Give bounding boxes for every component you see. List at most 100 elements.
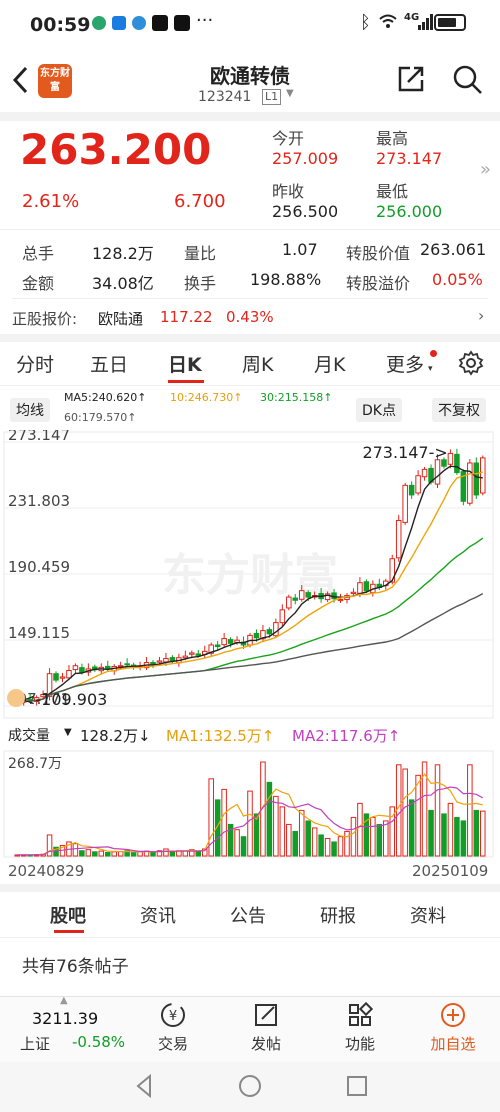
stock-quote-row[interactable]: 正股报价: 欧陆通 117.22 0.43% › <box>0 302 500 334</box>
candle-body <box>298 590 305 600</box>
trade-yen-icon: ¥ <box>161 1003 185 1027</box>
ma-button[interactable]: 均线 <box>10 398 50 422</box>
candle-body <box>253 632 260 639</box>
y-tick-label: 273.147 <box>8 430 70 444</box>
change-amount: 6.700 <box>174 191 226 212</box>
nav-recents-icon[interactable] <box>346 1075 368 1101</box>
conversion-value: 263.061 <box>420 240 487 259</box>
candle-body <box>415 475 421 494</box>
candlestick-chart[interactable]: 273.147231.803190.459149.115107.771东方财富2… <box>0 430 500 720</box>
candle-body <box>350 591 357 595</box>
volume-max-label: 268.7万 <box>8 756 62 772</box>
volume-bar <box>169 851 176 857</box>
divider <box>0 229 500 230</box>
volume-bar <box>434 764 441 857</box>
turnover-value: 198.88% <box>250 270 322 289</box>
tab-more[interactable]: 更多 <box>386 350 424 377</box>
y-tick-label: 149.115 <box>8 624 70 642</box>
tab-profile[interactable]: 资料 <box>410 902 446 928</box>
candle-body <box>182 655 189 659</box>
volume-bar <box>279 806 286 857</box>
tab-intraday[interactable]: 分时 <box>16 350 54 377</box>
volume-indicator-select[interactable]: 成交量 <box>8 725 50 745</box>
volume-bar <box>402 768 408 857</box>
volume-bar <box>98 850 105 857</box>
security-code: 123241 <box>198 89 252 105</box>
volume-bar <box>467 764 473 857</box>
volume-value: 128.2万 <box>92 244 154 263</box>
candle-body <box>221 638 227 646</box>
adjust-button[interactable]: 不复权 <box>432 398 486 422</box>
tiktok-notify-icon-2 <box>174 15 190 31</box>
tab-announcements[interactable]: 公告 <box>230 902 266 928</box>
volume-chart[interactable]: 268.7万 <box>0 750 500 858</box>
content-tabs: 股吧 资讯 公告 研报 资料 <box>0 892 500 938</box>
grid-icon <box>349 1001 374 1026</box>
watermark: 东方财富 <box>162 550 338 601</box>
expand-chevron-icon[interactable]: » <box>480 159 491 180</box>
tab-news[interactable]: 资讯 <box>140 902 176 928</box>
share-icon[interactable] <box>396 64 426 98</box>
tab-five-day[interactable]: 五日 <box>90 350 128 377</box>
divider <box>0 884 500 892</box>
volume-bar <box>395 764 402 857</box>
divider <box>12 298 488 299</box>
volume-bar <box>357 802 363 857</box>
tab-monthly-k[interactable]: 月K <box>314 350 345 377</box>
index-value[interactable]: 3211.39 <box>32 1009 98 1028</box>
candle-body <box>53 673 59 681</box>
premium-label: 转股溢价 <box>346 274 411 293</box>
candle-body <box>72 665 79 671</box>
tab-research[interactable]: 研报 <box>320 902 356 928</box>
post-button[interactable]: 发帖 <box>236 1001 296 1054</box>
y-tick-label: 231.803 <box>8 492 70 510</box>
volume-bar <box>163 848 169 857</box>
chevron-down-icon[interactable]: ▼ <box>286 88 294 99</box>
system-nav <box>0 1062 500 1112</box>
trade-button[interactable]: ¥ 交易 <box>143 1001 203 1054</box>
prev-close-value: 256.500 <box>272 202 339 221</box>
volume-bar <box>408 799 415 857</box>
stock-change: 0.43% <box>226 308 274 326</box>
stock-price: 117.22 <box>160 308 213 326</box>
tab-weekly-k[interactable]: 周K <box>242 350 273 377</box>
volume-bar <box>266 781 273 857</box>
trade-label: 交易 <box>157 1035 188 1053</box>
min-price-label: <-109.903 <box>22 690 107 709</box>
settings-gear-icon[interactable] <box>458 350 484 380</box>
functions-button[interactable]: 功能 <box>330 1001 390 1054</box>
candle-body <box>189 652 195 655</box>
volume-bar <box>350 816 357 857</box>
volume-bar <box>441 813 447 857</box>
volume-bar <box>150 851 156 857</box>
index-name[interactable]: 上证 <box>20 1033 50 1054</box>
candle-body <box>357 582 363 594</box>
candle-body <box>214 644 221 648</box>
y-tick-label: 190.459 <box>8 558 70 576</box>
candle-body <box>305 592 311 598</box>
volume-bar <box>273 795 279 857</box>
candle-body <box>156 660 163 663</box>
tab-forum[interactable]: 股吧 <box>50 902 86 928</box>
volume-bar <box>415 774 421 857</box>
app-notify-icon <box>92 16 106 30</box>
volume-bar <box>240 836 247 857</box>
volume-bar <box>370 816 376 857</box>
search-icon[interactable] <box>452 64 484 100</box>
volume-bar <box>79 850 85 857</box>
tab-indicator <box>168 380 204 383</box>
dk-point-button[interactable]: DK点 <box>356 398 402 422</box>
candle-body <box>447 452 454 465</box>
add-watchlist-button[interactable]: 加自选 <box>423 1001 483 1054</box>
status-bar: 00:59 ··· ᛒ 4G <box>0 0 500 52</box>
nav-home-icon[interactable] <box>238 1074 262 1102</box>
browser-notify-icon <box>132 16 146 30</box>
candle-body <box>402 484 408 523</box>
tab-daily-k[interactable]: 日K <box>168 350 202 377</box>
candle-body <box>408 484 415 496</box>
volume-bar <box>331 841 337 857</box>
candle-body <box>227 639 234 644</box>
nav-back-icon[interactable] <box>134 1073 154 1102</box>
post-label: 发帖 <box>250 1035 281 1053</box>
volume-bar <box>473 809 480 857</box>
